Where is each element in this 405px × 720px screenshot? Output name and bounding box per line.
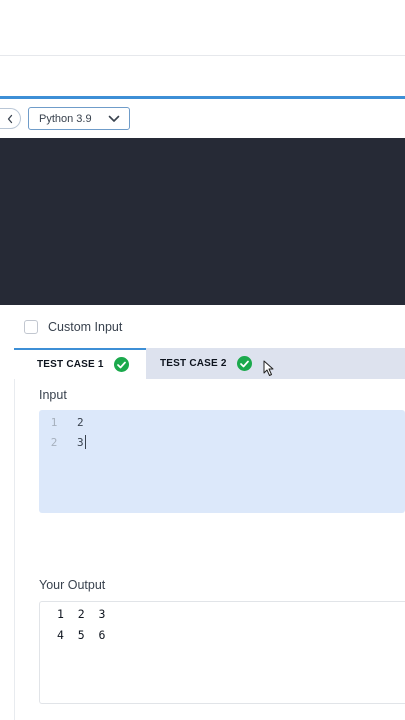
check-circle-icon [113,357,129,372]
code-editor[interactable] [0,138,405,305]
output-viewer: 1 2 3 4 5 6 [39,601,405,704]
mouse-pointer-icon [263,360,274,376]
collapse-button[interactable] [0,108,21,129]
chevron-left-icon [7,114,13,123]
test-case-tabs: TEST CASE 1 TEST CASE 2 [14,348,405,379]
check-circle-icon [236,356,252,371]
tab-label: TEST CASE 2 [160,358,227,369]
chevron-down-icon [108,115,120,122]
input-line: 1 2 [39,414,84,430]
output-heading: Your Output [39,578,106,592]
output-line: 4 5 6 [57,628,106,642]
input-viewer: 1 2 2 3 [39,410,405,513]
language-select-value: Python 3.9 [39,112,92,125]
top-header-area [0,0,405,56]
editor-toolbar: Python 3.9 [0,99,405,138]
input-line: 2 3 [39,434,86,450]
language-select[interactable]: Python 3.9 [28,107,130,130]
tab-test-case-1[interactable]: TEST CASE 1 [14,348,146,379]
custom-input-checkbox[interactable] [24,320,38,334]
line-number: 2 [50,435,58,449]
line-number: 1 [50,415,58,429]
line-text: 3 [77,435,84,449]
output-line: 1 2 3 [57,607,106,621]
custom-input-label: Custom Input [48,320,123,334]
line-text: 2 [77,415,84,429]
input-heading: Input [39,388,67,402]
tab-label: TEST CASE 1 [37,359,104,370]
code-challenge-page: Python 3.9 Custom Input TEST CASE 1 TEST… [0,0,405,720]
text-caret [84,435,86,449]
custom-input-toggle[interactable]: Custom Input [24,318,122,336]
